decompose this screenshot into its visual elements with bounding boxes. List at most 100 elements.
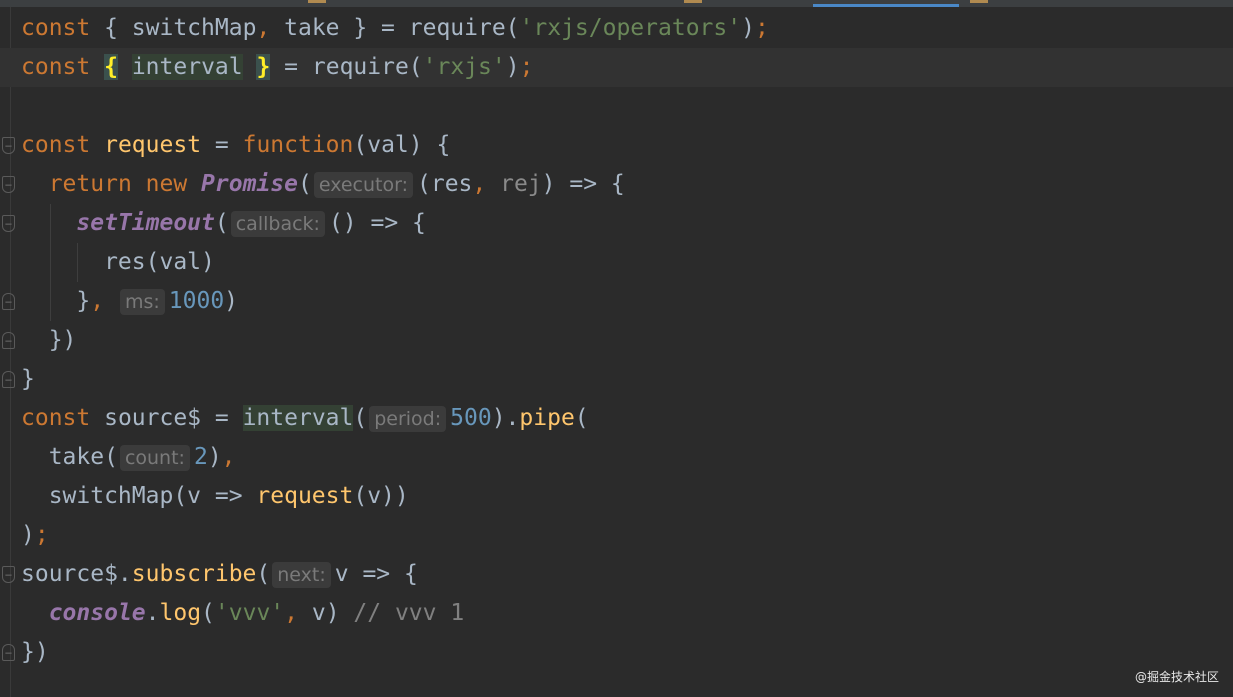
code-token: return new [48,171,188,197]
code-line[interactable]: take(count: 2), [0,438,1233,477]
code-token: 500 [450,405,492,431]
code-token: }) [21,327,77,353]
code-token: // vvv 1 [353,600,465,626]
fold-collapse-icon[interactable]: − [2,137,15,154]
parameter-hint: executor: [313,172,413,198]
code-token: source$. [21,561,132,587]
code-token: ( [214,210,229,236]
code-token: ; [34,522,49,548]
code-token: ( [256,561,271,587]
fold-end-icon[interactable]: − [2,293,15,310]
code-token: . [145,600,160,626]
code-token: subscribe [131,561,257,587]
parameter-hint: ms: [119,289,165,315]
code-token: const [21,54,91,80]
code-token: pipe [519,405,575,431]
code-token: , [284,600,299,626]
code-token: (v)) [353,483,409,509]
code-token: ) => { [541,171,625,197]
code-token: ) [207,444,222,470]
code-line[interactable]: − const request = function(val) { [0,126,1233,165]
code-token: 'rxjs' [422,54,506,80]
code-token: interval [242,405,354,431]
code-token: ( [574,405,589,431]
code-line[interactable]: const { switchMap, take } = require('rxj… [0,9,1233,48]
fold-end-icon[interactable]: − [2,332,15,349]
code-line[interactable]: −} [0,360,1233,399]
code-token: ( [201,600,215,626]
fold-collapse-icon[interactable]: − [2,176,15,193]
code-editor[interactable]: const { switchMap, take } = require('rxj… [0,9,1233,672]
code-token: = [201,132,243,158]
code-token: ) [224,288,239,314]
code-line[interactable]: ); [0,516,1233,555]
code-line[interactable]: − source$.subscribe(next: v => { [0,555,1233,594]
fold-collapse-icon[interactable]: − [2,215,15,232]
code-token: interval [131,54,243,80]
code-token: ; [519,54,534,80]
code-line[interactable]: const { interval } = require('rxjs'); [0,48,1233,87]
code-token: ( [353,405,368,431]
code-line[interactable] [0,87,1233,126]
watermark: @掘金技术社区 [1134,670,1219,684]
code-token: console [48,600,146,626]
code-line[interactable]: − return new Promise(executor: (res, rej)… [0,165,1233,204]
parameter-hint: next: [272,562,331,588]
code-token: , [221,444,236,470]
code-token: source$ = [90,405,243,431]
code-token: const [21,132,91,158]
code-token: = require( [270,54,423,80]
code-token: ; [754,15,769,41]
code-line[interactable]: − }) [0,321,1233,360]
file-icon [684,0,702,3]
code-line[interactable]: console.log('vvv', v) // vvv 1 [0,594,1233,633]
code-token: rej [500,171,542,197]
code-token: request [104,132,202,158]
active-tab-indicator[interactable] [813,4,959,7]
code-token: take } = require( [270,15,520,41]
code-token: 2 [193,444,208,470]
editor-tab-strip[interactable] [0,0,1233,7]
code-token: ) [21,522,35,548]
code-token: v) [298,600,354,626]
code-line[interactable]: − setTimeout(callback:() => { [0,204,1233,243]
file-icon [308,0,326,3]
code-token: 1000 [168,288,225,314]
fold-end-icon[interactable]: − [2,644,15,661]
code-token: , [472,171,487,197]
parameter-hint: period: [369,406,447,432]
code-line[interactable]: const source$ = interval(period: 500).pip… [0,399,1233,438]
code-line[interactable]: switchMap(v => request(v)) [0,477,1233,516]
code-token: , [256,15,271,41]
code-token: } [256,54,271,80]
code-line[interactable]: − }, ms: 1000) [0,282,1233,321]
code-token: { switchMap [90,15,257,41]
parameter-hint: callback: [230,211,325,237]
file-icon [970,0,988,3]
code-token: , [90,288,105,314]
code-token: Promise [201,171,298,197]
code-token: setTimeout [76,210,215,236]
parameter-hint: count: [119,445,190,471]
code-line[interactable]: −}) [0,633,1233,672]
fold-end-icon[interactable]: − [2,371,15,388]
code-token: const [21,405,91,431]
code-token: () => { [328,210,426,236]
code-token: ) [741,15,755,41]
code-token: 'rxjs/operators' [519,15,742,41]
fold-collapse-icon[interactable]: − [2,566,15,583]
code-token: (res [417,171,473,197]
code-token: v => { [334,561,418,587]
code-line[interactable]: res(val) [0,243,1233,282]
code-token: switchMap(v => [21,483,257,509]
